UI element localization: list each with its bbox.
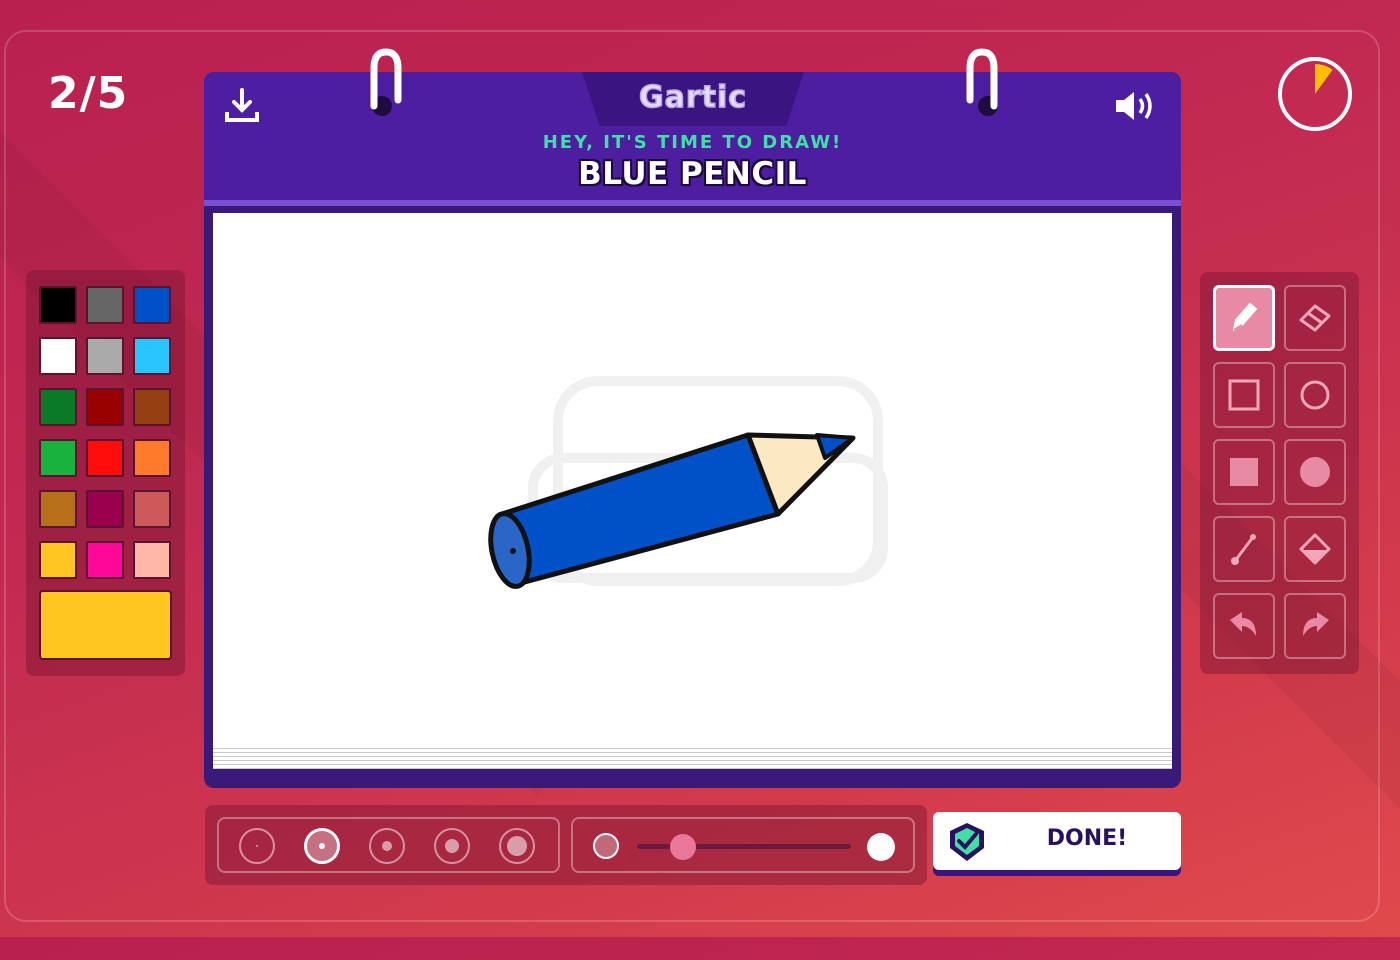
pencil-tool-button[interactable] — [1213, 285, 1275, 351]
tool-panel — [1200, 272, 1359, 674]
eraser-tool-button[interactable] — [1284, 285, 1346, 351]
notebook-page-edges — [213, 745, 1172, 769]
fill-bucket-icon — [1299, 533, 1331, 565]
color-swatch[interactable] — [133, 286, 171, 324]
opacity-slider-box — [571, 817, 915, 873]
selected-color-preview — [39, 590, 172, 660]
color-swatch[interactable] — [39, 490, 77, 528]
done-button[interactable]: DONE! — [933, 812, 1181, 870]
brush-settings-bar — [205, 805, 927, 885]
color-swatch[interactable] — [86, 439, 124, 477]
color-swatch[interactable] — [133, 541, 171, 579]
brush-size-option[interactable] — [239, 828, 275, 864]
timer — [1278, 57, 1352, 131]
color-swatch[interactable] — [133, 388, 171, 426]
circle-outline-icon — [1300, 380, 1330, 410]
eraser-icon — [1299, 304, 1331, 332]
brush-size-option[interactable] — [304, 828, 340, 864]
notebook-ring-left — [370, 48, 402, 116]
color-swatch[interactable] — [39, 541, 77, 579]
color-swatch[interactable] — [133, 490, 171, 528]
pencil-icon — [1233, 303, 1257, 331]
color-swatch[interactable] — [39, 388, 77, 426]
drawing-canvas[interactable] — [213, 213, 1172, 745]
rectangle-outline-icon — [1228, 379, 1260, 411]
draw-prompt-label: HEY, IT'S TIME TO DRAW! — [542, 132, 843, 153]
done-label: DONE! — [1046, 826, 1128, 851]
opacity-slider-handle[interactable] — [669, 834, 696, 860]
download-icon[interactable] — [222, 86, 262, 130]
redo-icon — [1303, 612, 1329, 636]
line-icon — [1231, 534, 1256, 565]
rectangle-tool-button[interactable] — [1213, 362, 1275, 428]
redo-button[interactable] — [1284, 593, 1346, 659]
color-swatch[interactable] — [39, 286, 77, 324]
rectangle-filled-icon — [1230, 458, 1258, 486]
color-swatch[interactable] — [86, 286, 124, 324]
notebook-ring-right — [966, 48, 998, 116]
undo-icon — [1230, 612, 1256, 636]
color-swatch[interactable] — [86, 490, 124, 528]
drawing-notebook: Gartic HEY, IT'S TIME TO DRAW! BLUE PENC… — [204, 48, 1181, 788]
round-counter: 2/5 — [48, 68, 129, 119]
filled-circle-tool-button[interactable] — [1284, 439, 1346, 505]
brush-size-option[interactable] — [369, 828, 405, 864]
color-swatch[interactable] — [133, 337, 171, 375]
check-badge-icon — [950, 823, 984, 861]
low-opacity-icon — [593, 833, 619, 859]
timer-icon — [1315, 64, 1333, 94]
circle-tool-button[interactable] — [1284, 362, 1346, 428]
filled-rectangle-tool-button[interactable] — [1213, 439, 1275, 505]
brush-size-option[interactable] — [434, 828, 470, 864]
color-swatch[interactable] — [133, 439, 171, 477]
gartic-logo: Gartic — [638, 79, 748, 116]
drawing-area — [488, 376, 888, 589]
sound-icon[interactable] — [1112, 86, 1162, 130]
fill-bucket-tool-button[interactable] — [1284, 516, 1346, 582]
undo-button[interactable] — [1213, 593, 1275, 659]
color-palette — [26, 270, 185, 676]
brush-size-option[interactable] — [499, 828, 535, 864]
header-divider — [204, 200, 1181, 206]
circle-filled-icon — [1300, 457, 1330, 487]
color-swatch[interactable] — [86, 541, 124, 579]
color-swatch[interactable] — [39, 337, 77, 375]
color-swatch[interactable] — [39, 439, 77, 477]
color-swatch[interactable] — [86, 388, 124, 426]
pencil-drawing — [488, 432, 856, 589]
notebook-header: Gartic HEY, IT'S TIME TO DRAW! BLUE PENC… — [204, 72, 1181, 206]
word-to-draw: BLUE PENCIL — [578, 156, 807, 192]
brush-size-selector — [217, 817, 560, 873]
line-tool-button[interactable] — [1213, 516, 1275, 582]
color-swatch[interactable] — [86, 337, 124, 375]
full-opacity-icon — [867, 833, 895, 861]
